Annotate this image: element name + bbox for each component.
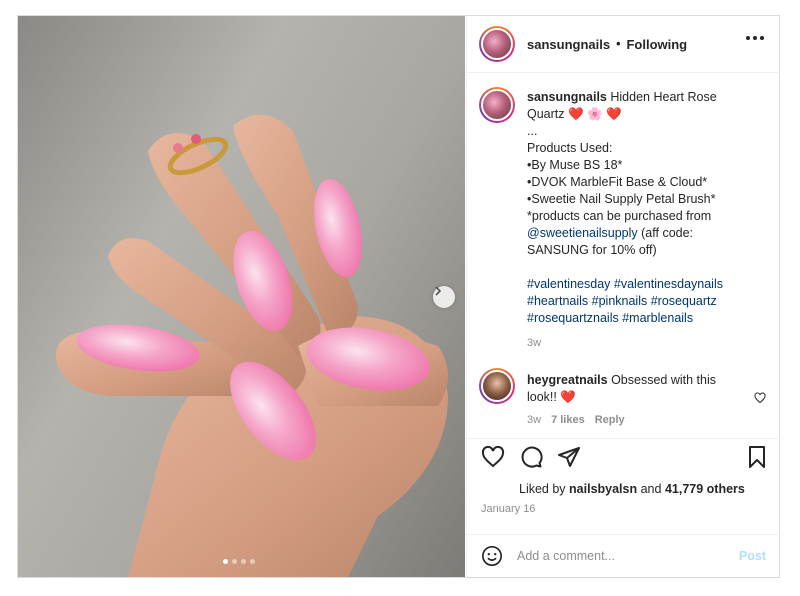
nail-hand-image — [56, 114, 448, 577]
caption-emojis: ❤️ 🌸 ❤️ — [568, 107, 622, 121]
avatar[interactable] — [479, 26, 515, 62]
post-date[interactable]: January 16 — [481, 503, 535, 515]
avatar[interactable] — [479, 368, 515, 404]
comments-section: sansungnails Hidden Heart Rose Quartz ❤️… — [467, 73, 780, 438]
comment-item: heygreatnails Obsessed with this look!! … — [479, 368, 747, 429]
liked-by-user-link[interactable]: nailsbyalsn — [569, 482, 637, 496]
hashtag-link[interactable]: #pinknails — [592, 294, 648, 308]
post-modal: sansungnails • Following sansungnails Hi… — [17, 15, 780, 578]
caption-line: •DVOK MarbleFit Base & Cloud* — [527, 175, 708, 189]
comment-bubble-icon[interactable] — [519, 445, 543, 469]
follow-status-button[interactable]: Following — [626, 37, 687, 52]
comment-input[interactable]: Add a comment... — [517, 549, 739, 563]
header-username[interactable]: sansungnails — [527, 37, 610, 52]
hashtag-link[interactable]: #marblenails — [622, 311, 693, 325]
caption: sansungnails Hidden Heart Rose Quartz ❤️… — [479, 87, 747, 352]
comment-age: 3w — [527, 414, 542, 426]
liked-by-prefix: Liked by — [519, 482, 570, 496]
comment-emoji: ❤️ — [560, 390, 576, 404]
hashtag-link[interactable]: #valentinesdaynails — [614, 277, 723, 291]
post-header: sansungnails • Following — [467, 16, 780, 73]
caption-line: •By Muse BS 18* — [527, 158, 623, 172]
post-actions-bar — [467, 438, 780, 470]
caption-line: •Sweetie Nail Supply Petal Brush* — [527, 192, 716, 206]
post-photo[interactable] — [18, 16, 465, 577]
hashtag-link[interactable]: #valentinesday — [527, 277, 610, 291]
caption-username[interactable]: sansungnails — [527, 90, 607, 104]
caption-line: ... — [527, 124, 538, 138]
likes-summary: Liked by nailsbyalsn and 41,779 others — [519, 482, 745, 496]
caption-line: Products Used: — [527, 141, 613, 155]
carousel-dot — [250, 559, 255, 564]
hashtag-link[interactable]: #heartnails — [527, 294, 588, 308]
chevron-right-icon — [435, 286, 442, 296]
add-comment-bar: Add a comment... Post — [467, 534, 780, 577]
carousel-dot — [223, 559, 228, 564]
more-horizontal-icon[interactable] — [746, 36, 764, 40]
caption-line: *products can be purchased from — [527, 209, 712, 223]
liked-by-mid: and — [637, 482, 665, 496]
comment-likes[interactable]: 7 likes — [551, 412, 585, 429]
carousel-dot — [241, 559, 246, 564]
carousel-dot — [232, 559, 237, 564]
mention-link[interactable]: @sweetienailsupply — [527, 226, 638, 240]
post-side-panel: sansungnails • Following sansungnails Hi… — [466, 16, 780, 577]
carousel-next-button[interactable] — [433, 286, 455, 308]
bookmark-icon[interactable] — [745, 445, 769, 469]
hashtag-link[interactable]: #rosequartznails — [527, 311, 619, 325]
comment-like-heart-icon[interactable] — [754, 392, 766, 404]
post-comment-button[interactable]: Post — [739, 549, 766, 563]
comment-username[interactable]: heygreatnails — [527, 373, 608, 387]
comment-reply-button[interactable]: Reply — [595, 412, 625, 429]
carousel-indicator — [223, 559, 255, 564]
caption-aff: (aff code: — [637, 226, 694, 240]
paper-plane-icon[interactable] — [557, 445, 581, 469]
caption-code: SANSUNG for 10% off) — [527, 243, 657, 257]
liked-by-others-link[interactable]: 41,779 others — [665, 482, 745, 496]
avatar[interactable] — [479, 87, 515, 123]
caption-age: 3w — [527, 337, 542, 349]
header-separator: • — [616, 37, 621, 51]
heart-outline-icon[interactable] — [481, 445, 505, 469]
smiley-icon[interactable] — [481, 545, 503, 567]
hashtag-link[interactable]: #rosequartz — [651, 294, 717, 308]
